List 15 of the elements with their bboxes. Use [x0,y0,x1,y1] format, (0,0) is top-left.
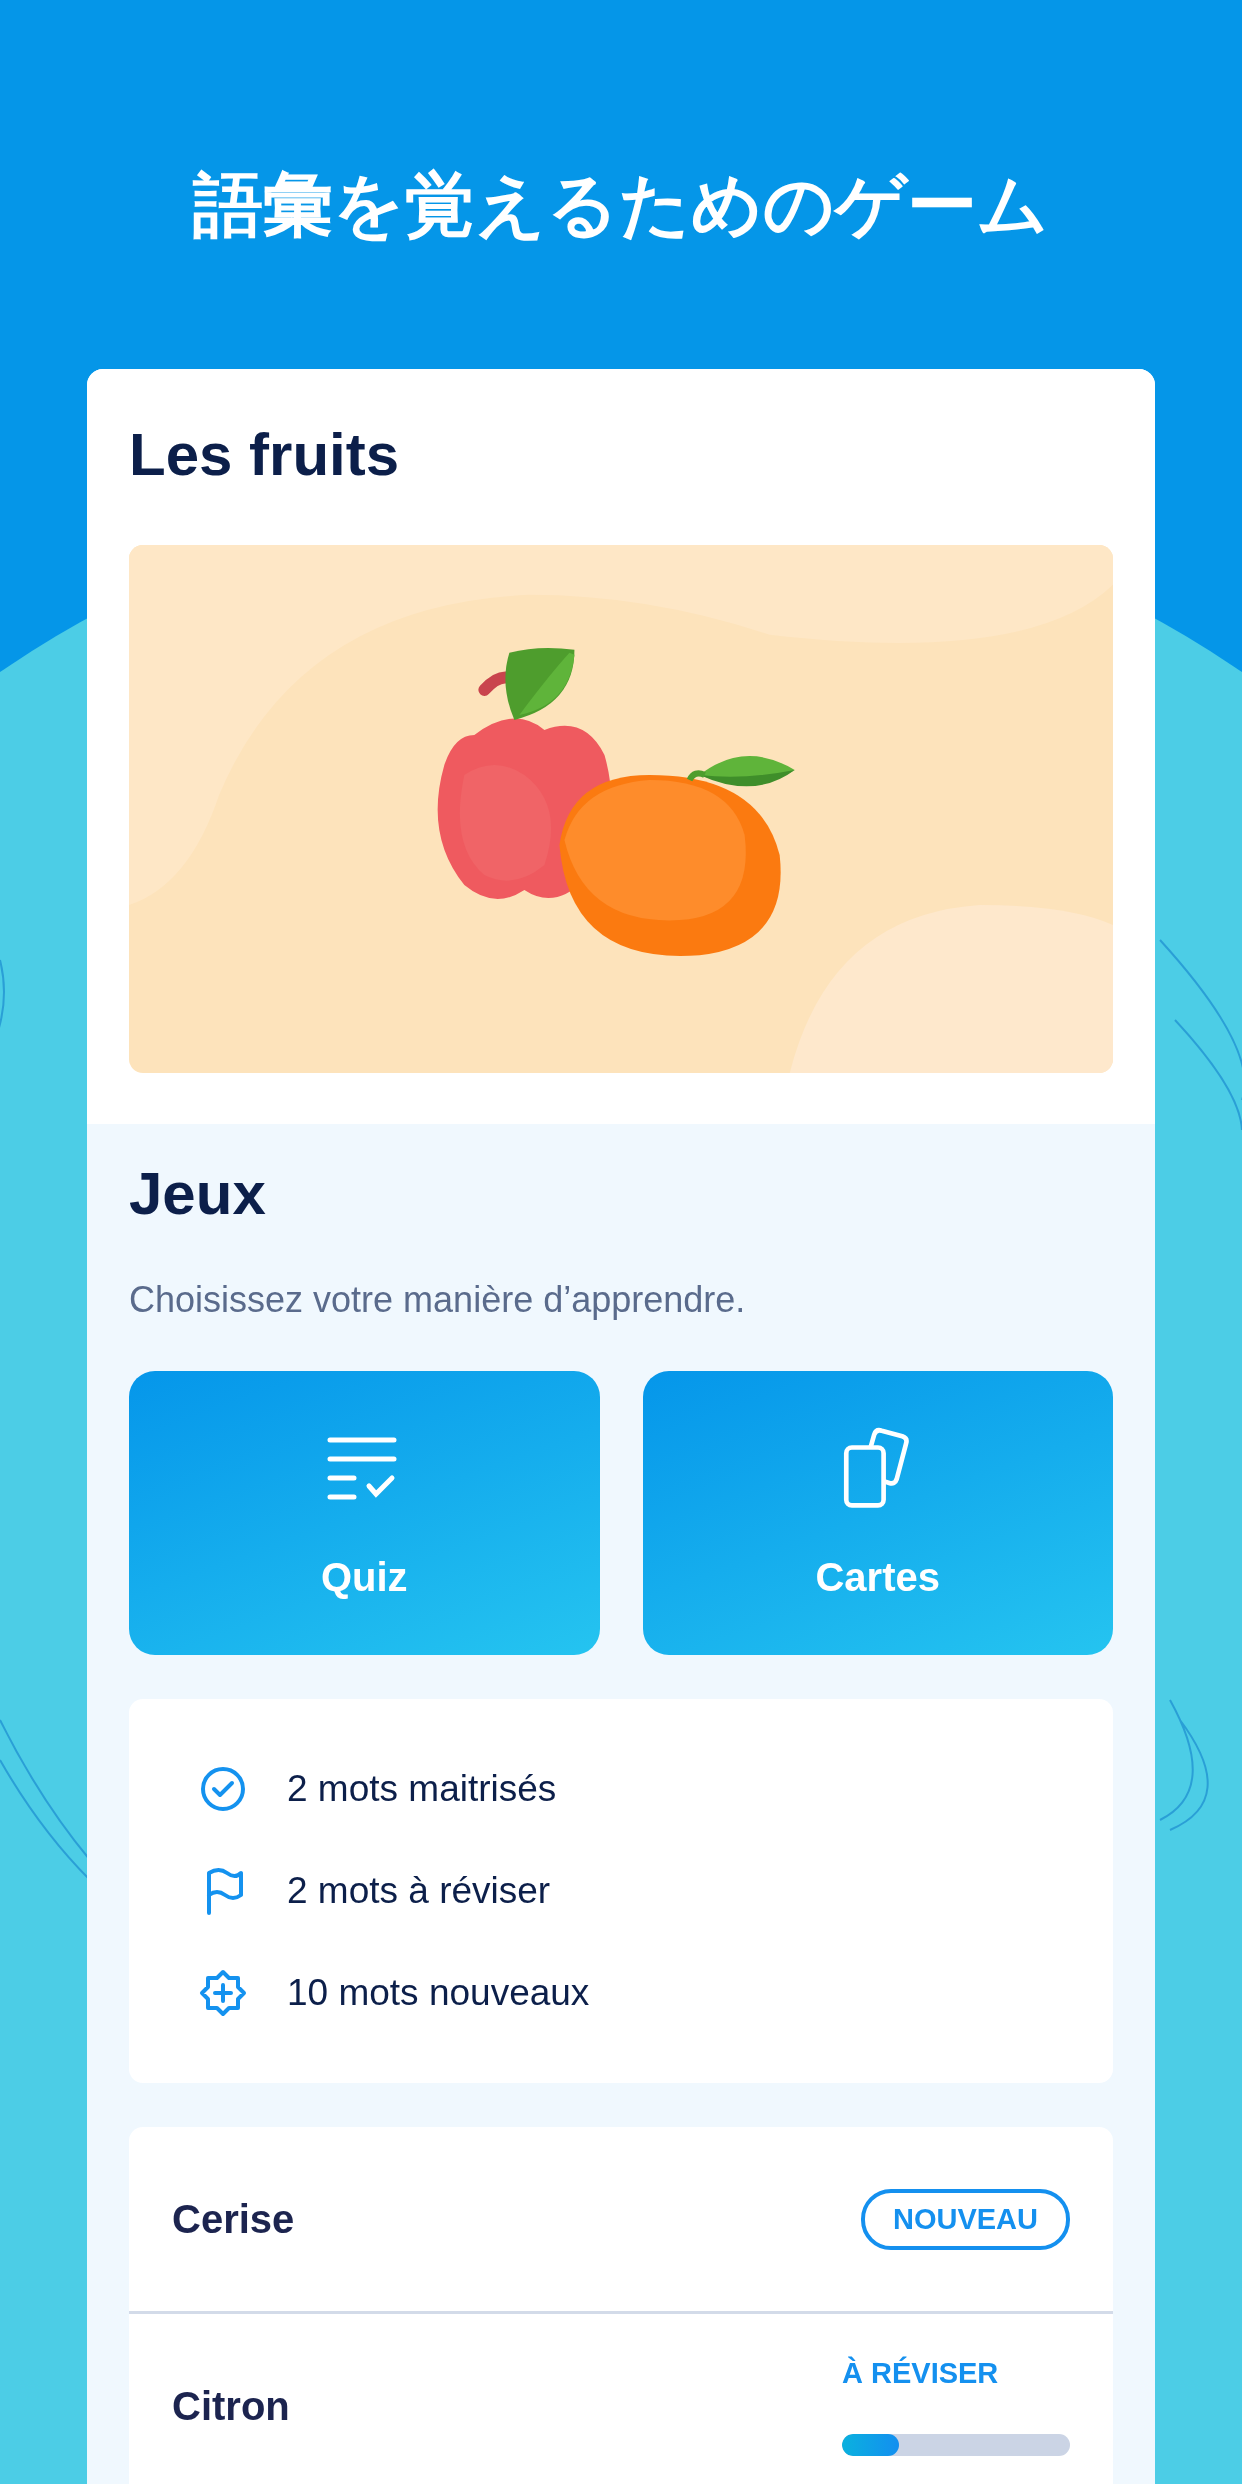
stat-text: 2 mots maitrisés [287,1768,557,1810]
stat-text: 2 mots à réviser [287,1870,551,1912]
lesson-title: Les fruits [129,420,401,490]
section-subtitle: Choisissez votre manière d’apprendre. [129,1279,747,1321]
word-row[interactable]: Citron À RÉVISER [129,2314,1113,2484]
check-circle-icon [199,1765,247,1813]
word-label: Citron [172,2383,290,2429]
status-badge: NOUVEAU [861,2188,1070,2250]
section-title: Jeux [129,1159,267,1229]
badge-plus-icon [199,1969,247,2017]
headline: 語彙を覚えるためのゲーム [193,163,1049,247]
word-label: Cerise [172,2196,295,2242]
status-label: À RÉVISER [842,2356,1000,2390]
stat-text: 10 mots nouveaux [287,1972,590,2014]
word-row[interactable]: Cerise NOUVEAU [129,2127,1113,2314]
